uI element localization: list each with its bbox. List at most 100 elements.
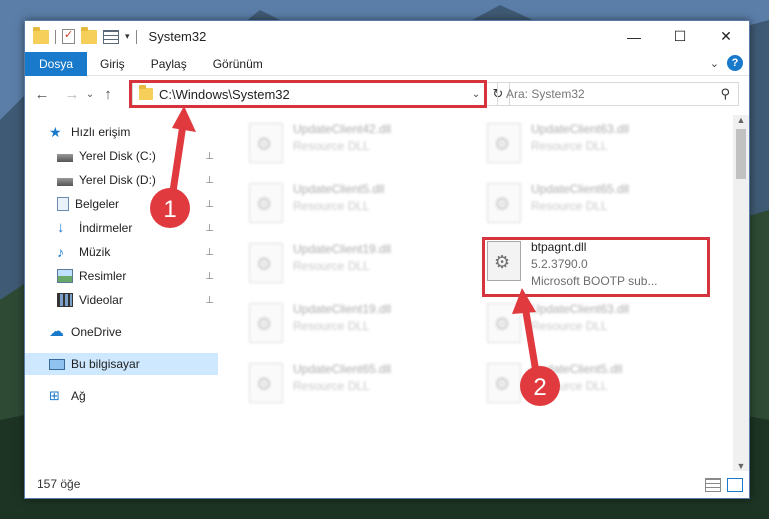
tab-share[interactable]: Paylaş bbox=[138, 52, 200, 76]
up-button[interactable]: ↑ bbox=[97, 86, 119, 103]
file-description: Resource DLL bbox=[293, 379, 370, 393]
sidebar-item-label: OneDrive bbox=[71, 325, 122, 339]
drive-icon bbox=[57, 154, 73, 162]
sidebar-item-this-pc[interactable]: Bu bilgisayar bbox=[25, 353, 218, 375]
item-count: 157 öğe bbox=[37, 476, 81, 491]
sidebar-item-label: Bu bilgisayar bbox=[71, 357, 140, 371]
sidebar-item-network[interactable]: ⊞ Ağ bbox=[25, 385, 218, 407]
sidebar-item-documents[interactable]: Belgeler ⊥ bbox=[25, 193, 218, 215]
sidebar-item-music[interactable]: ♪ Müzik ⊥ bbox=[25, 241, 218, 263]
computer-icon bbox=[49, 358, 65, 370]
sidebar-item-videos[interactable]: Videolar ⊥ bbox=[25, 289, 218, 311]
file-name: UpdateClient5.dll bbox=[293, 182, 385, 196]
sidebar-item-label: Resimler bbox=[79, 269, 127, 283]
file-description: Resource DLL bbox=[531, 139, 608, 153]
dll-file-icon bbox=[249, 303, 283, 343]
properties-icon[interactable] bbox=[62, 28, 75, 44]
dll-file-icon bbox=[249, 363, 283, 403]
chevron-down-icon[interactable]: ⌄ bbox=[710, 57, 719, 70]
dll-file-icon bbox=[249, 183, 283, 223]
file-item[interactable]: UpdateClient5.dll Resource DLL bbox=[249, 181, 469, 231]
folder-icon bbox=[33, 26, 49, 44]
search-icon[interactable]: ⚲ bbox=[720, 86, 730, 102]
scrollbar-thumb[interactable] bbox=[736, 129, 746, 179]
customize-toolbar-dropdown-icon[interactable]: ▾ bbox=[125, 31, 130, 42]
sidebar-item-downloads[interactable]: ↓ İndirmeler ⊥ bbox=[25, 217, 218, 239]
file-description: Resource DLL bbox=[293, 199, 370, 213]
close-button[interactable]: ✕ bbox=[703, 21, 749, 52]
pin-icon[interactable]: ⊥ bbox=[205, 223, 214, 234]
pin-icon[interactable]: ⊥ bbox=[205, 271, 214, 282]
file-item[interactable]: UpdateClient5.dll Resource DLL bbox=[487, 361, 707, 411]
dll-file-icon bbox=[487, 363, 521, 403]
forward-button[interactable]: → bbox=[61, 86, 83, 103]
details-view-icon[interactable] bbox=[705, 478, 721, 492]
ribbon-tabs: Dosya Giriş Paylaş Görünüm ⌄ ? bbox=[25, 51, 749, 76]
search-input[interactable]: Ara: System32 ⚲ bbox=[497, 82, 739, 106]
file-description: Resource DLL bbox=[293, 259, 370, 273]
file-item[interactable]: UpdateClient19.dll Resource DLL bbox=[249, 241, 469, 291]
search-placeholder: Ara: System32 bbox=[506, 87, 585, 101]
file-name: UpdateClient63.dll bbox=[531, 302, 630, 316]
file-name: UpdateClient19.dll bbox=[293, 302, 392, 316]
sidebar-item-local-disk-d[interactable]: Yerel Disk (D:) ⊥ bbox=[25, 169, 218, 191]
view-icon[interactable] bbox=[103, 29, 119, 44]
file-description: Resource DLL bbox=[531, 319, 608, 333]
window-controls: — ☐ ✕ bbox=[611, 21, 749, 52]
document-icon bbox=[57, 197, 69, 211]
sidebar-item-quick-access[interactable]: ★ Hızlı erişim bbox=[25, 121, 218, 143]
pin-icon[interactable]: ⊥ bbox=[205, 247, 214, 258]
status-bar: 157 öğe bbox=[25, 469, 749, 498]
file-name: UpdateClient65.dll bbox=[531, 182, 630, 196]
quick-access-toolbar: ▾ bbox=[25, 26, 137, 44]
new-folder-icon[interactable] bbox=[81, 26, 97, 44]
file-description: Resource DLL bbox=[531, 199, 608, 213]
sidebar-item-label: Yerel Disk (D:) bbox=[79, 173, 156, 187]
network-icon: ⊞ bbox=[49, 388, 60, 403]
sidebar-item-pictures[interactable]: Resimler ⊥ bbox=[25, 265, 218, 287]
dll-file-icon bbox=[249, 123, 283, 163]
star-icon: ★ bbox=[49, 124, 62, 140]
drive-icon bbox=[57, 178, 73, 186]
back-button[interactable]: ← bbox=[31, 86, 53, 103]
sidebar-item-label: Videolar bbox=[79, 293, 123, 307]
tab-home[interactable]: Giriş bbox=[87, 52, 138, 76]
file-item[interactable]: UpdateClient63.dll Resource DLL bbox=[487, 301, 707, 351]
file-name: UpdateClient65.dll bbox=[293, 362, 392, 376]
sidebar-item-label: Yerel Disk (C:) bbox=[79, 149, 156, 163]
window-title: System32 bbox=[148, 29, 207, 44]
pin-icon[interactable]: ⊥ bbox=[205, 199, 214, 210]
title-bar: ▾ System32 — ☐ ✕ bbox=[25, 21, 749, 52]
file-description: Resource DLL bbox=[293, 319, 370, 333]
tab-view[interactable]: Görünüm bbox=[200, 52, 276, 76]
navigation-pane: ★ Hızlı erişim Yerel Disk (C:) ⊥ Yerel D… bbox=[25, 115, 218, 471]
file-item[interactable]: UpdateClient19.dll Resource DLL bbox=[249, 301, 469, 351]
sidebar-item-onedrive[interactable]: ☁ OneDrive bbox=[25, 321, 218, 343]
file-name: UpdateClient63.dll bbox=[531, 122, 630, 136]
tab-file[interactable]: Dosya bbox=[25, 51, 88, 76]
maximize-button[interactable]: ☐ bbox=[657, 21, 703, 52]
address-highlight-box bbox=[129, 80, 487, 108]
sidebar-item-label: Belgeler bbox=[75, 197, 120, 211]
pin-icon[interactable]: ⊥ bbox=[205, 151, 214, 162]
large-icons-view-icon[interactable] bbox=[727, 478, 743, 492]
sidebar-item-label: Müzik bbox=[79, 245, 111, 259]
scroll-up-icon[interactable]: ▲ bbox=[733, 115, 749, 125]
file-item[interactable]: UpdateClient42.dll Resource DLL bbox=[249, 121, 469, 171]
file-description: Resource DLL bbox=[293, 139, 370, 153]
sidebar-item-local-disk-c[interactable]: Yerel Disk (C:) ⊥ bbox=[25, 145, 218, 167]
file-name: UpdateClient42.dll bbox=[293, 122, 392, 136]
download-icon: ↓ bbox=[57, 219, 65, 236]
file-item[interactable]: UpdateClient65.dll Resource DLL bbox=[249, 361, 469, 411]
file-item[interactable]: UpdateClient65.dll Resource DLL bbox=[487, 181, 707, 231]
pin-icon[interactable]: ⊥ bbox=[205, 175, 214, 186]
file-item[interactable]: UpdateClient63.dll Resource DLL bbox=[487, 121, 707, 171]
pin-icon[interactable]: ⊥ bbox=[205, 295, 214, 306]
recent-locations-button[interactable]: ⌄ bbox=[83, 89, 97, 100]
help-button[interactable]: ? bbox=[727, 55, 743, 71]
toolbar-divider bbox=[135, 29, 137, 44]
cloud-icon: ☁ bbox=[49, 323, 64, 340]
vertical-scrollbar[interactable]: ▲ ▼ bbox=[733, 115, 749, 471]
minimize-button[interactable]: — bbox=[611, 21, 657, 52]
picture-icon bbox=[57, 269, 73, 283]
